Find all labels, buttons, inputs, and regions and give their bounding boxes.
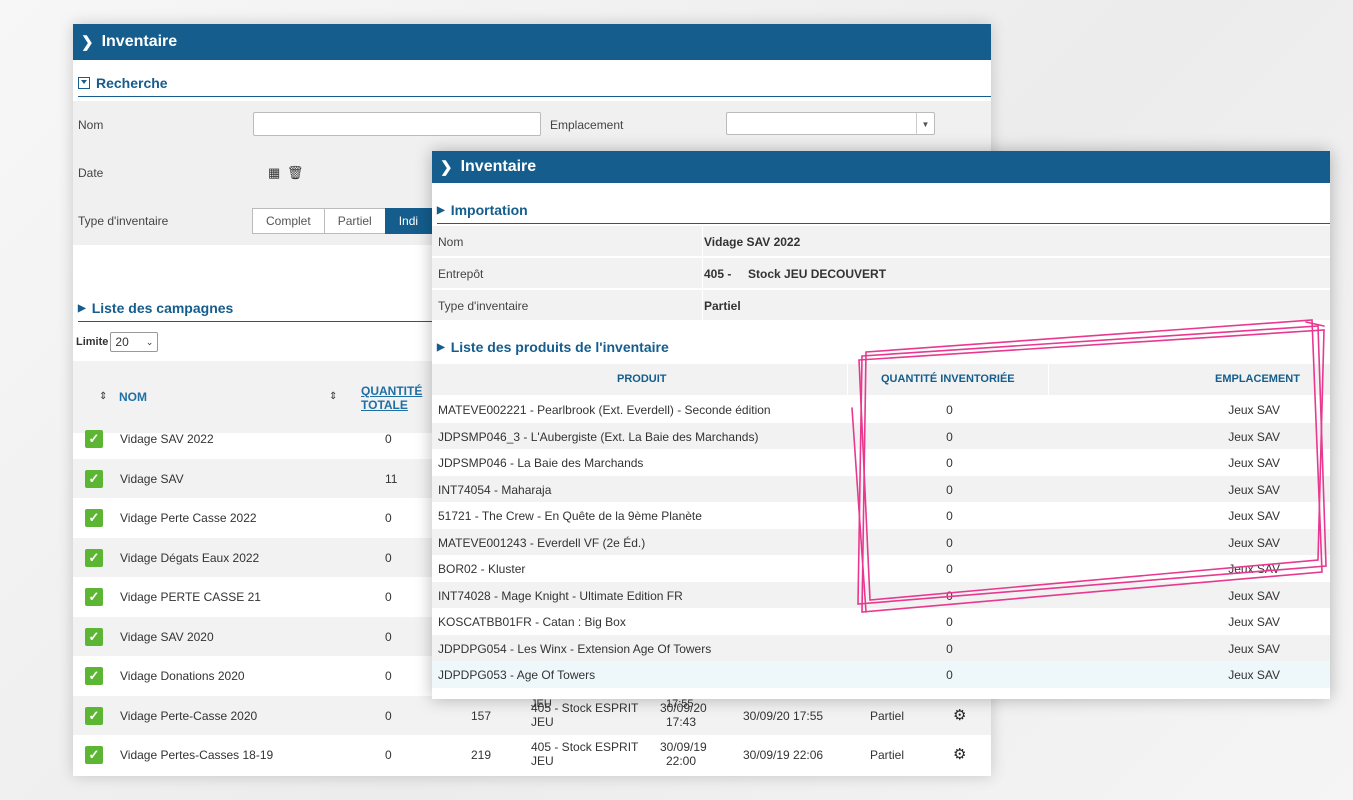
highlight-marker xyxy=(851,319,1327,613)
